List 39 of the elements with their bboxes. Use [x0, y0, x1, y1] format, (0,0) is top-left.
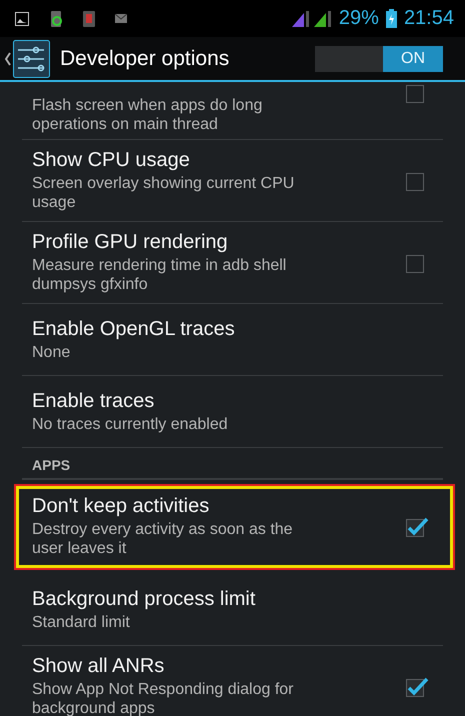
envelope-icon: [115, 14, 127, 23]
setting-title: Enable traces: [32, 390, 156, 412]
setting-title: Show CPU usage: [32, 149, 191, 172]
screen-title: Developer options: [60, 46, 230, 70]
setting-row[interactable]: Don't keep activities Destroy every activity as soon as the user leaves it: [16, 486, 453, 568]
setting-summary: Screen overlay showing current CPU usage: [32, 174, 296, 212]
setting-row[interactable]: Background process limit Standard limit: [22, 574, 443, 646]
signal-icon: [292, 10, 310, 26]
setting-summary: Show App Not Responding dialog for background apps: [32, 680, 295, 716]
setting-summary: Destroy every activity as soon as the user leaves it: [32, 520, 294, 558]
checkbox[interactable]: [405, 676, 429, 698]
setting-row[interactable]: Profile GPU rendering Measure rendering time in adb shell dumpsys gfxinfo: [22, 222, 443, 304]
battery-percentage: 29%: [338, 7, 379, 30]
setting-title: Background process limit: [32, 588, 256, 610]
settings-sliders-icon: [13, 40, 50, 78]
setting-summary: No traces currently enabled: [32, 414, 229, 434]
recycle-icon: [49, 10, 63, 26]
setting-row[interactable]: Show CPU usage Screen overlay showing current CPU usage: [22, 140, 443, 222]
checkbox[interactable]: [405, 516, 429, 538]
picture-icon: [15, 12, 29, 26]
setting-row[interactable]: Flash screen when apps do long operations on main thread: [22, 82, 443, 140]
back-caret-icon: [5, 52, 11, 66]
setting-summary: None: [32, 342, 72, 362]
setting-summary: Measure rendering time in adb shell dumpsys gfxinfo: [32, 256, 288, 294]
setting-row[interactable]: Enable traces No traces currently enabled: [22, 376, 443, 448]
clock-time: 21:54: [404, 7, 454, 30]
setting-title: Don't keep activities: [32, 495, 210, 518]
section-header: APPS: [32, 457, 70, 473]
setting-title: Enable OpenGL traces: [32, 318, 236, 340]
hand-icon: [83, 10, 95, 26]
setting-summary: Flash screen when apps do long operations on main thread: [32, 96, 264, 134]
setting-title: Profile GPU rendering: [32, 231, 229, 254]
signal-icon: [314, 10, 332, 26]
up-button[interactable]: [5, 40, 50, 78]
setting-title: Show all ANRs: [32, 655, 166, 678]
battery-icon: [386, 9, 397, 28]
setting-row[interactable]: Show all ANRs Show App Not Responding dialog for background apps: [22, 646, 443, 716]
setting-summary: Standard limit: [32, 612, 131, 632]
setting-row[interactable]: Enable OpenGL traces None: [22, 304, 443, 376]
